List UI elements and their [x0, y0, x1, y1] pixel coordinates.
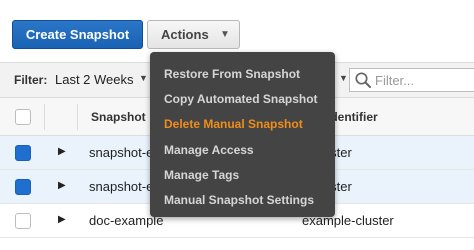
select-all-checkbox[interactable] [15, 109, 31, 125]
menu-item-manage-access[interactable]: Manage Access [164, 143, 254, 157]
menu-item-delete-manual-snapshot[interactable]: Delete Manual Snapshot [164, 117, 303, 131]
column-header-snapshot[interactable]: Snapshot [91, 110, 146, 124]
row-checkbox[interactable] [15, 213, 31, 229]
create-snapshot-button[interactable]: Create Snapshot [12, 20, 143, 49]
actions-button[interactable]: Actions ▼ [147, 20, 240, 49]
menu-item-manual-snapshot-settings[interactable]: Manual Snapshot Settings [164, 193, 314, 207]
search-box[interactable] [349, 68, 474, 92]
search-input[interactable] [375, 71, 473, 89]
search-icon [355, 72, 371, 88]
expand-arrow-icon[interactable]: ▶ [58, 180, 66, 191]
actions-dropdown-menu: Restore From Snapshot Copy Automated Sna… [150, 52, 335, 217]
column-divider [77, 104, 78, 130]
expand-arrow-icon[interactable]: ▶ [58, 146, 66, 157]
filter-select[interactable]: Last 2 Weeks [55, 72, 134, 87]
column-divider [44, 104, 45, 130]
chevron-down-icon: ▼ [220, 29, 230, 40]
menu-item-copy-automated-snapshot[interactable]: Copy Automated Snapshot [164, 92, 318, 106]
snapshot-name: snapshot-e [89, 145, 154, 160]
chevron-down-icon: ▼ [139, 73, 148, 83]
menu-item-restore-from-snapshot[interactable]: Restore From Snapshot [164, 67, 300, 81]
row-checkbox[interactable] [15, 145, 31, 161]
expand-arrow-icon[interactable]: ▶ [58, 214, 66, 225]
row-checkbox[interactable] [15, 179, 31, 195]
snapshot-name: snapshot-e [89, 179, 154, 194]
chevron-down-icon[interactable]: ▼ [339, 73, 348, 83]
filter-label: Filter: [14, 73, 48, 87]
menu-item-manage-tags[interactable]: Manage Tags [164, 168, 239, 182]
actions-label: Actions [161, 27, 209, 42]
